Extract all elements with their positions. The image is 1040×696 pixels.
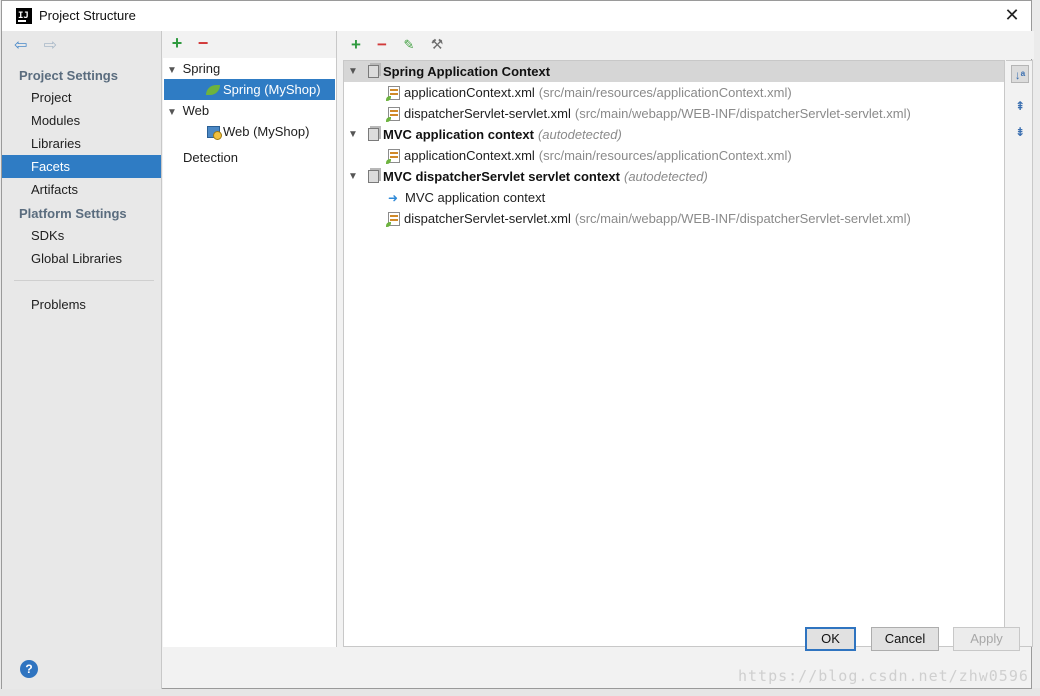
chevron-down-icon[interactable]: ▼: [348, 166, 360, 187]
back-arrow-icon[interactable]: ⇦: [14, 37, 32, 55]
cancel-button[interactable]: Cancel: [871, 627, 939, 651]
web-module-icon: [207, 126, 222, 140]
file-name: applicationContext.xml: [404, 85, 535, 100]
file-name: dispatcherServlet-servlet.xml: [404, 211, 571, 226]
forward-arrow-icon[interactable]: ⇨: [44, 37, 62, 55]
file-path: (src/main/webapp/WEB-INF/dispatcherServl…: [574, 211, 911, 226]
tree-node-spring-myshop[interactable]: Spring (MyShop): [164, 79, 335, 100]
file-path: (src/main/resources/applicationContext.x…: [538, 148, 792, 163]
group-platform-settings: Platform Settings: [19, 206, 127, 221]
add-context-icon[interactable]: +: [347, 36, 365, 54]
tree-node-web[interactable]: ▼ Web: [167, 100, 209, 121]
remove-facet-icon[interactable]: −: [194, 34, 212, 53]
ok-button[interactable]: OK: [805, 627, 856, 651]
tree-node-label: Detection: [183, 150, 238, 165]
sidebar-item-sdks[interactable]: SDKs: [2, 224, 161, 247]
tree-node-label: Spring (MyShop): [223, 82, 321, 97]
group-project-settings: Project Settings: [19, 68, 118, 83]
context-toolbar: + − ✎ ⚒: [342, 31, 1034, 59]
settings-sidebar: ⇦ ⇨ Project Settings Project Modules Lib…: [2, 31, 162, 689]
sidebar-divider: [14, 280, 154, 281]
sidebar-item-modules[interactable]: Modules: [2, 109, 161, 132]
spring-leaf-icon: [206, 85, 220, 95]
nav-arrows: ⇦ ⇨: [14, 37, 62, 55]
collapse-all-icon[interactable]: ⇟: [1011, 123, 1029, 141]
parent-context-label: MVC application context: [405, 190, 546, 205]
tree-node-label: Web: [182, 103, 210, 118]
spring-facet-content: + − ✎ ⚒ ▼ Spring Application Context app…: [342, 31, 1034, 647]
sidebar-item-global-libraries[interactable]: Global Libraries: [2, 247, 161, 270]
context-mvc-dispatcher-servlet[interactable]: ▼ MVC dispatcherServlet servlet context(…: [344, 166, 1004, 187]
context-icon: [368, 170, 379, 183]
facets-tree-pane: + − ▼ Spring Spring (MyShop) ▼ Web Web (…: [163, 31, 337, 647]
window-title: Project Structure: [39, 8, 136, 23]
remove-context-icon[interactable]: −: [373, 36, 391, 54]
tree-side-toolbar: ↓ᵃ ⇞ ⇟: [1006, 60, 1033, 647]
autodetected-label: (autodetected): [623, 169, 708, 184]
context-spring-application[interactable]: ▼ Spring Application Context: [344, 61, 1004, 82]
context-title: MVC application context: [383, 127, 534, 142]
sidebar-item-problems[interactable]: Problems: [2, 293, 161, 316]
sort-alphabetically-icon[interactable]: ↓ᵃ: [1011, 65, 1029, 83]
sidebar-item-artifacts[interactable]: Artifacts: [2, 178, 161, 201]
sidebar-item-facets[interactable]: Facets: [2, 155, 161, 178]
file-path: (src/main/webapp/WEB-INF/dispatcherServl…: [574, 106, 911, 121]
file-name: dispatcherServlet-servlet.xml: [404, 106, 571, 121]
context-icon: [368, 65, 379, 78]
help-button[interactable]: ?: [20, 660, 38, 678]
chevron-down-icon[interactable]: ▼: [348, 124, 360, 145]
project-structure-dialog: IJ Project Structure ✕ ⇦ ⇨ Project Setti…: [1, 0, 1034, 689]
context-header-content: MVC application context (autodetected): [368, 124, 622, 145]
tree-node-detection[interactable]: Detection: [183, 147, 238, 168]
chevron-down-icon[interactable]: ▼: [167, 60, 179, 81]
chevron-down-icon[interactable]: ▼: [167, 102, 179, 123]
spring-xml-file-icon: [386, 86, 400, 101]
context-title: MVC dispatcherServlet servlet context: [383, 169, 620, 184]
context-file-row[interactable]: dispatcherServlet-servlet.xml (src/main/w…: [344, 103, 1004, 124]
spring-xml-file-icon: [386, 149, 400, 164]
tree-node-web-myshop[interactable]: Web (MyShop): [207, 121, 309, 142]
tools-icon[interactable]: ⚒: [428, 36, 446, 54]
context-mvc-application[interactable]: ▼ MVC application context (autodetected): [344, 124, 1004, 145]
context-file-row[interactable]: applicationContext.xml (src/main/resource…: [344, 82, 1004, 103]
file-path: (src/main/resources/applicationContext.x…: [538, 85, 792, 100]
context-file-row[interactable]: dispatcherServlet-servlet.xml (src/main/w…: [344, 208, 1004, 229]
autodetected-label: (autodetected): [537, 127, 622, 142]
context-icon: [368, 128, 379, 141]
parent-context-arrow-icon: ➜: [388, 191, 399, 205]
spring-xml-file-icon: [386, 212, 400, 227]
chevron-down-icon[interactable]: ▼: [348, 61, 360, 82]
application-context-tree: ▼ Spring Application Context application…: [343, 60, 1005, 647]
facets-toolbar: + −: [163, 31, 336, 58]
tree-node-label: Spring: [182, 61, 221, 76]
tree-node-label: Web (MyShop): [223, 124, 310, 139]
file-name: applicationContext.xml: [404, 148, 535, 163]
spring-xml-file-icon: [386, 107, 400, 122]
watermark-text: https://blog.csdn.net/zhw0596: [738, 667, 1029, 685]
tree-node-spring[interactable]: ▼ Spring: [167, 58, 220, 79]
sidebar-item-libraries[interactable]: Libraries: [2, 132, 161, 155]
background-taskbar-strip: [0, 688, 1040, 696]
close-button[interactable]: ✕: [1001, 4, 1023, 26]
context-header-content: MVC dispatcherServlet servlet context (au…: [368, 166, 708, 187]
add-facet-icon[interactable]: +: [168, 34, 186, 53]
intellij-app-icon: IJ: [16, 8, 32, 24]
apply-button[interactable]: Apply: [953, 627, 1020, 651]
parent-context-row[interactable]: ➜ MVC application context: [344, 187, 1004, 208]
context-title: Spring Application Context: [383, 64, 551, 79]
context-file-row[interactable]: applicationContext.xml (src/main/resource…: [344, 145, 1004, 166]
edit-pencil-icon[interactable]: ✎: [400, 36, 418, 54]
sidebar-item-project[interactable]: Project: [2, 86, 161, 109]
expand-all-icon[interactable]: ⇞: [1011, 97, 1029, 115]
title-bar: IJ Project Structure ✕: [2, 1, 1031, 31]
context-header-content: Spring Application Context: [368, 61, 550, 82]
